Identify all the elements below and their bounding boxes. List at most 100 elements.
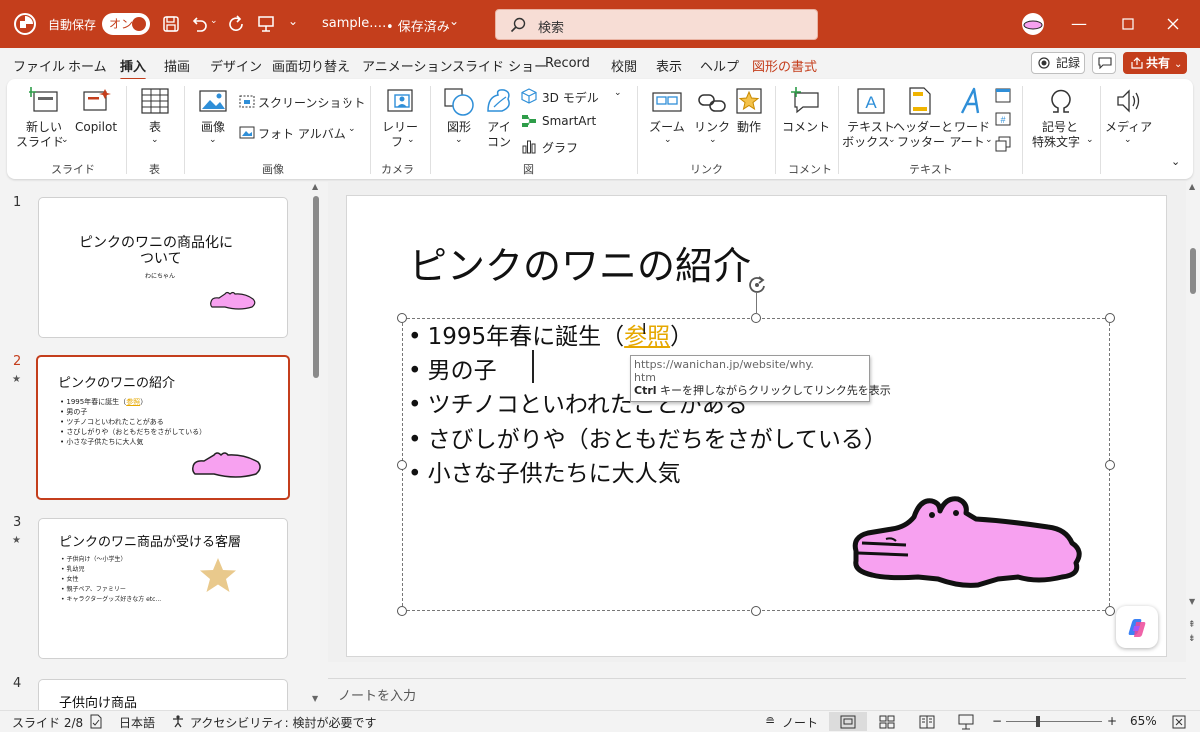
accessibility-status[interactable]: アクセシビリティ: 検討が必要です — [190, 714, 377, 731]
previous-slide-icon[interactable]: ⇞ — [1188, 620, 1196, 630]
next-slide-icon[interactable]: ⇟ — [1188, 634, 1196, 644]
zoom-in-icon[interactable]: + — [1107, 714, 1117, 728]
photo-album-button[interactable]: フォト アルバム ⌄ — [239, 124, 357, 142]
normal-view-icon[interactable] — [840, 715, 856, 729]
share-button[interactable]: 共有 ⌄ — [1123, 52, 1187, 74]
language[interactable]: 日本語 — [119, 714, 155, 731]
zoom-button[interactable]: ズーム ⌄ — [643, 87, 691, 153]
image-button[interactable]: 画像 ⌄ — [193, 87, 233, 153]
redo-icon[interactable] — [228, 15, 246, 33]
search-box[interactable]: 検索 — [495, 9, 818, 40]
new-slide-button[interactable]: 新しい スライド ⌄ — [16, 87, 69, 153]
editor-scrollbar[interactable]: ▲ ▼ ⇞ ⇟ — [1186, 182, 1200, 678]
shapes-button[interactable]: 図形 ⌄ — [437, 87, 481, 153]
table-button[interactable]: 表 ⌄ — [133, 87, 177, 153]
cameo-button[interactable]: レリー フ ⌄ — [377, 87, 423, 157]
maximize-icon[interactable] — [1122, 18, 1134, 30]
tab-file[interactable]: ファイル — [13, 56, 65, 75]
zoom-slider[interactable] — [1006, 721, 1102, 722]
tab-animations[interactable]: アニメーション — [362, 56, 452, 75]
slide-thumbnail-3[interactable]: ピンクのワニ商品が受ける客層 • 子供向け（～小学生） • 乳幼児 • 女性 •… — [38, 518, 288, 659]
action-button[interactable]: 動作 — [733, 87, 765, 137]
slide-number-icon[interactable]: # — [995, 111, 1011, 127]
resize-handle-bottom-left[interactable] — [397, 606, 407, 616]
rotate-handle-icon[interactable] — [746, 274, 768, 296]
comments-button[interactable] — [1092, 52, 1116, 74]
thumbnails-scrollbar[interactable]: ▲ ▼ — [309, 182, 323, 710]
close-icon[interactable] — [1167, 18, 1179, 30]
customize-qat-icon[interactable]: ⌄ — [288, 14, 298, 28]
tab-home[interactable]: ホーム — [68, 56, 107, 75]
notes-toggle-icon[interactable]: ≘ — [765, 714, 775, 728]
zoom-level[interactable]: 65% — [1130, 714, 1157, 728]
slide-sorter-icon[interactable] — [879, 715, 895, 729]
date-time-icon[interactable] — [995, 87, 1011, 103]
tab-insert[interactable]: 挿入 — [120, 56, 147, 81]
thumbnails-scroll-thumb[interactable] — [313, 196, 319, 378]
slide-title[interactable]: ピンクのワニの紹介 — [409, 235, 751, 290]
presentation-icon[interactable] — [257, 15, 275, 33]
resize-handle-top-left[interactable] — [397, 313, 407, 323]
minimize-icon[interactable]: — — [1071, 14, 1087, 33]
icons-button[interactable]: アイ コン — [481, 87, 517, 157]
record-button[interactable]: 記録 — [1031, 52, 1085, 74]
save-status[interactable]: • 保存済み — [386, 16, 450, 35]
notes-pane[interactable]: ノートを入力 — [328, 678, 1186, 708]
3d-model-button[interactable]: 3D モデル ⌄ — [521, 87, 627, 105]
pink-crocodile-image[interactable] — [848, 493, 1084, 589]
bullet-4[interactable]: • さびしがりや（おともだちをさがしている） — [408, 420, 887, 454]
save-icon[interactable] — [162, 15, 180, 33]
chart-button[interactable]: グラフ — [521, 137, 591, 155]
filename[interactable]: sample.… — [322, 16, 386, 31]
file-dropdown-icon[interactable]: ⌄ — [449, 14, 459, 28]
tab-shape-format[interactable]: 図形の書式 — [752, 56, 817, 75]
notes-toggle[interactable]: ノート — [782, 714, 818, 731]
autosave-state: オン — [109, 17, 134, 31]
object-icon[interactable] — [995, 136, 1011, 152]
textbox-button[interactable]: A テキスト ボックス ⌄ — [842, 87, 899, 157]
tab-draw[interactable]: 描画 — [164, 56, 190, 75]
tab-review[interactable]: 校閲 — [611, 56, 637, 75]
smartart-button[interactable]: SmartArt — [521, 112, 611, 130]
spelling-check-icon[interactable] — [89, 714, 103, 729]
editor-scroll-thumb[interactable] — [1190, 248, 1196, 294]
resize-handle-top[interactable] — [751, 313, 761, 323]
tab-view[interactable]: 表示 — [656, 56, 682, 75]
bullet-5[interactable]: • 小さな子供たちに大人気 — [408, 454, 681, 488]
fit-to-window-icon[interactable] — [1172, 715, 1186, 729]
screenshot-button[interactable]: スクリーンショット ⌄ — [239, 93, 365, 111]
link-button[interactable]: リンク ⌄ — [691, 87, 733, 153]
avatar[interactable] — [1019, 12, 1047, 36]
undo-icon[interactable] — [190, 15, 208, 33]
undo-dropdown-icon[interactable]: ⌄ — [210, 16, 218, 26]
resize-handle-top-right[interactable] — [1105, 313, 1115, 323]
zoom-out-icon[interactable]: − — [992, 714, 1002, 728]
header-footer-button[interactable]: ヘッダーと フッター — [893, 87, 953, 157]
hyperlink-reference[interactable]: 参照 — [624, 324, 670, 350]
bullet-1[interactable]: • 1995年春に誕生（参照） — [408, 317, 693, 351]
symbols-button[interactable]: 記号と 特殊文字 ⌄ — [1025, 87, 1095, 157]
tab-design[interactable]: デザイン — [210, 56, 262, 75]
media-button[interactable]: メディア ⌄ — [1105, 87, 1152, 153]
resize-handle-bottom-right[interactable] — [1105, 606, 1115, 616]
zoom-slider-thumb[interactable] — [1036, 716, 1040, 727]
copilot-button[interactable]: Copilot — [73, 87, 119, 137]
resize-handle-bottom[interactable] — [751, 606, 761, 616]
reading-view-icon[interactable] — [919, 715, 935, 729]
wordart-button[interactable]: ワード アート ⌄ — [949, 87, 995, 157]
new-comment-button[interactable]: コメント — [782, 87, 830, 137]
tab-help[interactable]: ヘルプ — [700, 56, 739, 75]
autosave-toggle[interactable]: オン — [102, 13, 150, 35]
collapse-ribbon-icon[interactable]: ⌄ — [1171, 155, 1180, 168]
bullet-2[interactable]: • 男の子 — [408, 351, 497, 385]
tab-slideshow[interactable]: スライド ショー — [452, 56, 547, 75]
slide-thumbnail-2[interactable]: ピンクのワニの紹介 • 1995年春に誕生（参照） • 男の子 • ツチノコとい… — [36, 355, 290, 500]
slideshow-icon[interactable] — [958, 714, 974, 730]
resize-handle-right[interactable] — [1105, 460, 1115, 470]
resize-handle-left[interactable] — [397, 460, 407, 470]
slide-thumbnail-1[interactable]: ピンクのワニの商品化に ついて わにちゃん — [38, 197, 288, 338]
tab-transitions[interactable]: 画面切り替え — [272, 56, 350, 75]
tab-record[interactable]: Record — [545, 56, 590, 71]
wordart-label-2: アート — [949, 135, 985, 149]
copilot-floating-button[interactable] — [1116, 606, 1158, 648]
